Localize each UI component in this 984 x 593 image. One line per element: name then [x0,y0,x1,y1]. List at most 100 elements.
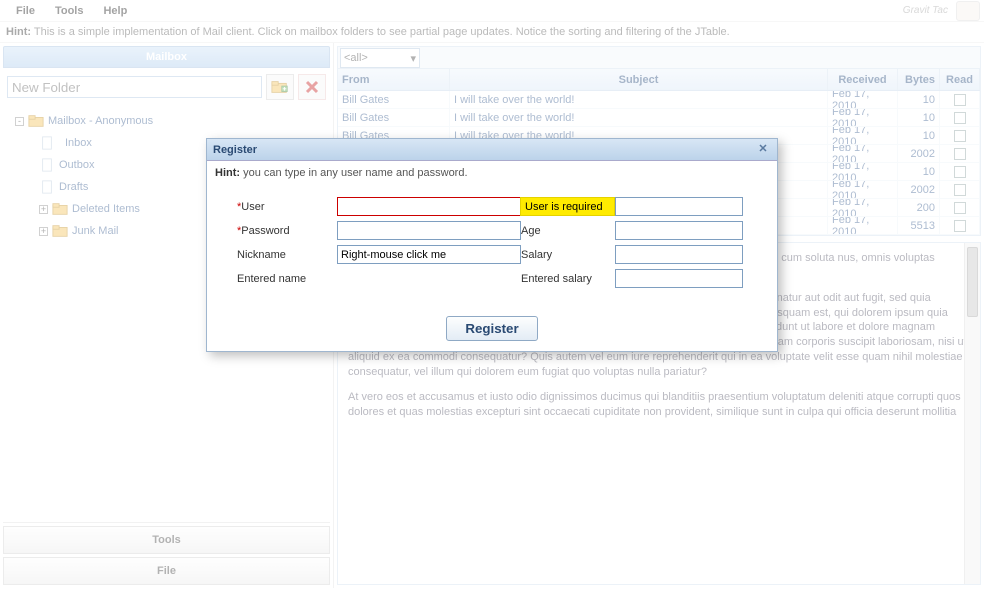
hint-text: This is a simple implementation of Mail … [34,26,730,38]
cell-bytes: 10 [898,109,940,126]
cell-subject: I will take over the world! [450,109,828,126]
hint-label: Hint: [6,26,31,38]
expander-icon[interactable]: + [39,205,48,214]
folder-icon [28,114,44,128]
read-checkbox[interactable] [954,112,966,124]
cell-received: Feb 17, 2010 [828,199,898,216]
tree-drafts-label: Drafts [59,181,88,193]
table-row[interactable]: Bill GatesI will take over the world!Feb… [338,109,980,127]
cell-bytes: 2002 [898,145,940,162]
scrollbar[interactable] [964,243,980,584]
file-icon [39,180,55,194]
user-error-badge: User is required [520,197,615,216]
new-folder-input[interactable] [7,76,262,98]
coffee-icon [956,1,980,21]
left-tools-button[interactable]: Tools [3,526,330,554]
filter-value: <all> [344,52,368,64]
lbl-age: Age [521,225,615,237]
scroll-thumb[interactable] [967,247,978,317]
filter-select[interactable]: <all> ▾ [340,48,420,68]
preview-text: At vero eos et accusamus et iusto odio d… [348,390,970,420]
expander-icon[interactable]: - [15,117,24,126]
read-checkbox[interactable] [954,130,966,142]
cell-read [940,91,980,108]
lbl-user: User [237,201,337,213]
cell-bytes: 5513 [898,217,940,234]
file-icon [39,136,55,150]
menu-tools[interactable]: Tools [45,3,94,19]
cell-subject: I will take over the world! [450,91,828,108]
tree-inbox-label: Inbox [59,135,98,151]
chevron-down-icon: ▾ [410,52,416,65]
register-button[interactable]: Register [446,316,537,341]
cell-bytes: 2002 [898,181,940,198]
tree-deleted-label: Deleted Items [72,203,140,215]
cell-received: Feb 17, 2010 [828,91,898,108]
hint-bar: Hint: This is a simple implementation of… [0,22,984,43]
mailbox-header: Mailbox [3,46,330,68]
hdr-from[interactable]: From [338,69,450,90]
cell-read [940,217,980,234]
tree-outbox-label: Outbox [59,159,94,171]
cell-received: Feb 17, 2010 [828,109,898,126]
menubar: File Tools Help Gravit Tac [0,0,984,22]
cell-received: Feb 17, 2010 [828,181,898,198]
cell-read [940,127,980,144]
hdr-received[interactable]: Received [828,69,898,90]
add-folder-button[interactable] [266,74,294,100]
lbl-nickname: Nickname [237,249,337,261]
lbl-password: Password [237,225,337,237]
folder-plus-icon [271,79,289,95]
read-checkbox[interactable] [954,166,966,178]
tree-root[interactable]: - Mailbox - Anonymous [11,110,326,132]
password-field[interactable] [337,221,521,240]
cell-received: Feb 17, 2010 [828,145,898,162]
table-header: From Subject Received Bytes Read [338,69,980,91]
read-checkbox[interactable] [954,220,966,232]
menu-file[interactable]: File [6,3,45,19]
read-checkbox[interactable] [954,94,966,106]
close-icon[interactable]: ✕ [755,142,771,158]
cell-bytes: 10 [898,127,940,144]
menu-help[interactable]: Help [93,3,137,19]
nickname-field[interactable] [337,245,521,264]
lbl-salary: Salary [521,249,615,261]
tree-junk-label: Junk Mail [72,225,118,237]
folder-icon [52,224,68,238]
lbl-entered-salary: Entered salary [521,273,615,285]
delete-folder-button[interactable] [298,74,326,100]
hdr-subject[interactable]: Subject [450,69,828,90]
table-row[interactable]: Bill GatesI will take over the world!Feb… [338,91,980,109]
cell-bytes: 10 [898,163,940,180]
entered-salary-field[interactable] [615,269,743,288]
right-field-1[interactable] [615,197,743,216]
hdr-bytes[interactable]: Bytes [898,69,940,90]
cell-received: Feb 17, 2010 [828,127,898,144]
read-checkbox[interactable] [954,184,966,196]
salary-field[interactable] [615,245,743,264]
cell-bytes: 200 [898,199,940,216]
dialog-titlebar[interactable]: Register ✕ [207,139,777,161]
dialog-title: Register [213,144,257,156]
register-dialog: Register ✕ Hint: you can type in any use… [206,138,778,352]
cell-read [940,181,980,198]
left-file-button[interactable]: File [3,557,330,585]
lbl-entered-name: Entered name [237,273,337,285]
cell-read [940,109,980,126]
delete-x-icon [304,79,320,95]
file-icon [39,158,55,172]
cell-read [940,145,980,162]
folder-icon [52,202,68,216]
dialog-hint: Hint: you can type in any user name and … [215,167,769,179]
expander-icon[interactable]: + [39,227,48,236]
age-field[interactable] [615,221,743,240]
read-checkbox[interactable] [954,202,966,214]
cell-from: Bill Gates [338,91,450,108]
cell-from: Bill Gates [338,109,450,126]
user-field[interactable] [337,197,521,216]
hdr-read[interactable]: Read [940,69,980,90]
cell-read [940,163,980,180]
tree-root-label: Mailbox - Anonymous [48,115,153,127]
read-checkbox[interactable] [954,148,966,160]
cell-read [940,199,980,216]
